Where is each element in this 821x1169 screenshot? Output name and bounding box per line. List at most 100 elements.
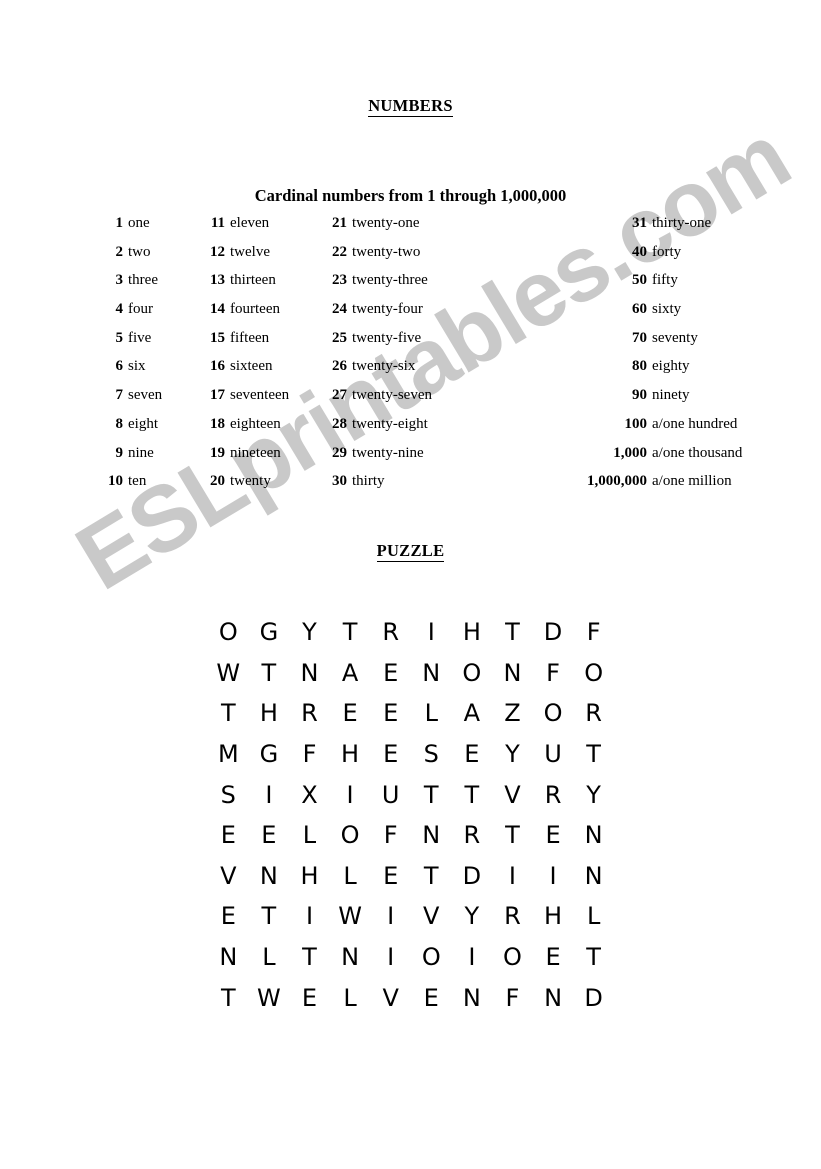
word-search-cell[interactable]: M [208, 734, 249, 775]
word-search-cell[interactable]: N [330, 937, 371, 978]
word-search-cell[interactable]: E [208, 896, 249, 937]
word-search-cell[interactable]: T [452, 774, 493, 815]
word-search-cell[interactable]: E [289, 977, 330, 1018]
word-search-cell[interactable]: R [370, 612, 411, 653]
word-search-cell[interactable]: D [573, 977, 614, 1018]
word-search-cell[interactable]: T [492, 612, 533, 653]
word-search-cell[interactable]: I [330, 774, 371, 815]
word-search-cell[interactable]: F [573, 612, 614, 653]
word-search-cell[interactable]: O [411, 937, 452, 978]
word-search-cell[interactable]: I [411, 612, 452, 653]
word-search-cell[interactable]: L [573, 896, 614, 937]
word-search-cell[interactable]: G [249, 734, 290, 775]
word-search-cell[interactable]: R [533, 774, 574, 815]
word-search-cell[interactable]: O [330, 815, 371, 856]
word-search-cell[interactable]: O [208, 612, 249, 653]
word-search-cell[interactable]: O [533, 693, 574, 734]
word-search-cell[interactable]: I [370, 896, 411, 937]
word-search-cell[interactable]: L [249, 937, 290, 978]
word-search-cell[interactable]: N [573, 856, 614, 897]
word-search-cell[interactable]: W [330, 896, 371, 937]
word-search-cell[interactable]: T [411, 774, 452, 815]
word-search-cell[interactable]: T [249, 896, 290, 937]
word-search-cell[interactable]: U [370, 774, 411, 815]
word-search-cell[interactable]: E [533, 937, 574, 978]
word-search-cell[interactable]: E [533, 815, 574, 856]
word-search-cell[interactable]: X [289, 774, 330, 815]
word-search-cell[interactable]: H [533, 896, 574, 937]
word-search-cell[interactable]: Y [289, 612, 330, 653]
word-search-cell[interactable]: N [208, 937, 249, 978]
word-search-cell[interactable]: F [533, 653, 574, 694]
word-search-cell[interactable]: N [533, 977, 574, 1018]
word-search-cell[interactable]: N [452, 977, 493, 1018]
word-search-cell[interactable]: Y [492, 734, 533, 775]
word-search-cell[interactable]: T [573, 734, 614, 775]
word-search-cell[interactable]: V [370, 977, 411, 1018]
word-search-cell[interactable]: I [533, 856, 574, 897]
word-search-cell[interactable]: T [573, 937, 614, 978]
word-search-cell[interactable]: T [492, 815, 533, 856]
word-search-cell[interactable]: E [249, 815, 290, 856]
word-search-cell[interactable]: Y [452, 896, 493, 937]
word-search-cell[interactable]: T [208, 977, 249, 1018]
word-search-cell[interactable]: T [289, 937, 330, 978]
word-search-cell[interactable]: L [289, 815, 330, 856]
word-search-cell[interactable]: I [452, 937, 493, 978]
word-search-cell[interactable]: I [289, 896, 330, 937]
word-search-cell[interactable]: N [411, 653, 452, 694]
word-search-cell[interactable]: S [411, 734, 452, 775]
word-search-cell[interactable]: O [573, 653, 614, 694]
word-search-cell[interactable]: F [370, 815, 411, 856]
word-search-cell[interactable]: G [249, 612, 290, 653]
word-search-cell[interactable]: N [573, 815, 614, 856]
word-search-cell[interactable]: N [249, 856, 290, 897]
word-search-cell[interactable]: E [208, 815, 249, 856]
word-search-cell[interactable]: E [370, 653, 411, 694]
word-search-cell[interactable]: E [370, 734, 411, 775]
word-search-cell[interactable]: U [533, 734, 574, 775]
word-search-cell[interactable]: F [289, 734, 330, 775]
word-search-cell[interactable]: A [330, 653, 371, 694]
word-search-cell[interactable]: W [249, 977, 290, 1018]
word-search-cell[interactable]: E [452, 734, 493, 775]
word-search-cell[interactable]: V [208, 856, 249, 897]
word-search-cell[interactable]: R [452, 815, 493, 856]
word-search-cell[interactable]: H [452, 612, 493, 653]
word-search-cell[interactable]: I [370, 937, 411, 978]
word-search-cell[interactable]: Y [573, 774, 614, 815]
word-search-cell[interactable]: E [370, 856, 411, 897]
word-search-cell[interactable]: A [452, 693, 493, 734]
word-search-cell[interactable]: L [411, 693, 452, 734]
word-search-cell[interactable]: E [330, 693, 371, 734]
word-search-cell[interactable]: T [411, 856, 452, 897]
word-search-cell[interactable]: N [411, 815, 452, 856]
word-search-cell[interactable]: E [411, 977, 452, 1018]
word-search-cell[interactable]: O [452, 653, 493, 694]
word-search-cell[interactable]: R [573, 693, 614, 734]
word-search-cell[interactable]: H [249, 693, 290, 734]
word-search-cell[interactable]: H [289, 856, 330, 897]
word-search-cell[interactable]: I [249, 774, 290, 815]
word-search-cell[interactable]: R [492, 896, 533, 937]
word-search-cell[interactable]: I [492, 856, 533, 897]
word-search-cell[interactable]: H [330, 734, 371, 775]
word-search-cell[interactable]: W [208, 653, 249, 694]
word-search-cell[interactable]: Z [492, 693, 533, 734]
word-search-cell[interactable]: V [411, 896, 452, 937]
word-search-cell[interactable]: N [289, 653, 330, 694]
word-search-cell[interactable]: R [289, 693, 330, 734]
word-search-cell[interactable]: N [492, 653, 533, 694]
word-search-cell[interactable]: L [330, 856, 371, 897]
word-search-cell[interactable]: T [208, 693, 249, 734]
word-search-cell[interactable]: E [370, 693, 411, 734]
word-search-cell[interactable]: O [492, 937, 533, 978]
word-search-cell[interactable]: T [330, 612, 371, 653]
word-search-cell[interactable]: D [452, 856, 493, 897]
word-search-cell[interactable]: V [492, 774, 533, 815]
word-search-cell[interactable]: D [533, 612, 574, 653]
word-search-cell[interactable]: L [330, 977, 371, 1018]
word-search-cell[interactable]: F [492, 977, 533, 1018]
word-search-cell[interactable]: S [208, 774, 249, 815]
word-search-cell[interactable]: T [249, 653, 290, 694]
